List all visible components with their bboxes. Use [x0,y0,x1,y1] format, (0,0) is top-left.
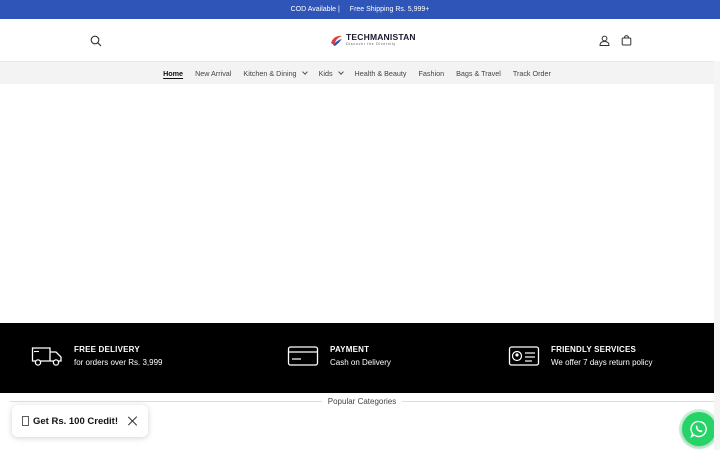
nav-item-kids[interactable]: Kids [318,68,344,78]
hero-banner [0,84,720,323]
announcement-bar: COD Available | Free Shipping Rs. 5,999+ [0,0,720,19]
user-icon [598,35,610,46]
nav-label: Health & Beauty [354,68,407,78]
nav-label: Home [163,68,184,78]
page-scrollbar[interactable] [714,61,720,450]
feature-title: PAYMENT [330,345,370,354]
nav-label: Fashion [418,68,445,78]
nav-item-new-arrival[interactable]: New Arrival [195,69,231,78]
nav-item-track-order[interactable]: Track Order [513,69,551,78]
credit-popup[interactable]: Get Rs. 100 Credit! [12,405,148,437]
chevron-down-icon [301,69,308,75]
whatsapp-chat-button[interactable] [682,412,716,446]
nav-item-bags-travel[interactable]: Bags & Travel [456,69,501,78]
gift-icon [22,416,29,426]
main-navigation: Home New Arrival Kitchen & Dining Kids H… [0,61,714,84]
section-title: Popular Categories [327,396,397,406]
cart-button[interactable] [618,32,634,48]
credit-card-icon [287,346,319,366]
nav-label: New Arrival [195,68,232,78]
nav-label: Kids [318,68,333,78]
id-card-icon [508,346,540,366]
site-logo[interactable]: TECHMANISTAN Discover the Diversity [330,31,416,49]
announcement-cod: COD Available | [290,6,340,13]
feature-title: FRIENDLY SERVICES [551,345,637,354]
announcement-shipping: Free Shipping Rs. 5,999+ [349,6,430,13]
feature-friendly-services: FRIENDLY SERVICES We offer 7 days return… [508,345,653,367]
features-strip: FREE DELIVERY for orders over Rs. 3,999 … [0,323,720,393]
nav-label: Bags & Travel [456,68,501,78]
nav-item-health-beauty[interactable]: Health & Beauty [355,69,407,78]
search-button[interactable] [87,32,105,50]
divider [10,400,322,402]
chevron-down-icon [337,69,344,75]
account-button[interactable] [596,32,612,48]
shopping-bag-icon [621,34,631,45]
feature-desc: We offer 7 days return policy [551,358,653,367]
feature-title: FREE DELIVERY [74,345,140,354]
logo-name: TECHMANISTAN [346,32,416,43]
nav-item-home[interactable]: Home [163,69,183,78]
nav-label: Kitchen & Dining [243,68,297,78]
logo-tagline: Discover the Diversity [346,41,396,46]
nav-label: Track Order [512,68,551,78]
feature-free-delivery: FREE DELIVERY for orders over Rs. 3,999 [31,345,162,367]
feature-desc: for orders over Rs. 3,999 [74,358,163,367]
divider [402,400,715,402]
site-header: TECHMANISTAN Discover the Diversity [0,19,720,61]
delivery-truck-icon [31,347,62,366]
feature-payment: PAYMENT Cash on Delivery [287,345,391,367]
nav-item-fashion[interactable]: Fashion [419,69,445,78]
search-icon [90,35,102,47]
feature-desc: Cash on Delivery [330,358,391,367]
credit-popup-text: Get Rs. 100 Credit! [33,415,118,427]
logo-mark-icon [331,35,342,46]
nav-item-kitchen-dining[interactable]: Kitchen & Dining [243,68,308,78]
close-icon[interactable] [128,416,138,426]
whatsapp-icon [690,420,707,438]
